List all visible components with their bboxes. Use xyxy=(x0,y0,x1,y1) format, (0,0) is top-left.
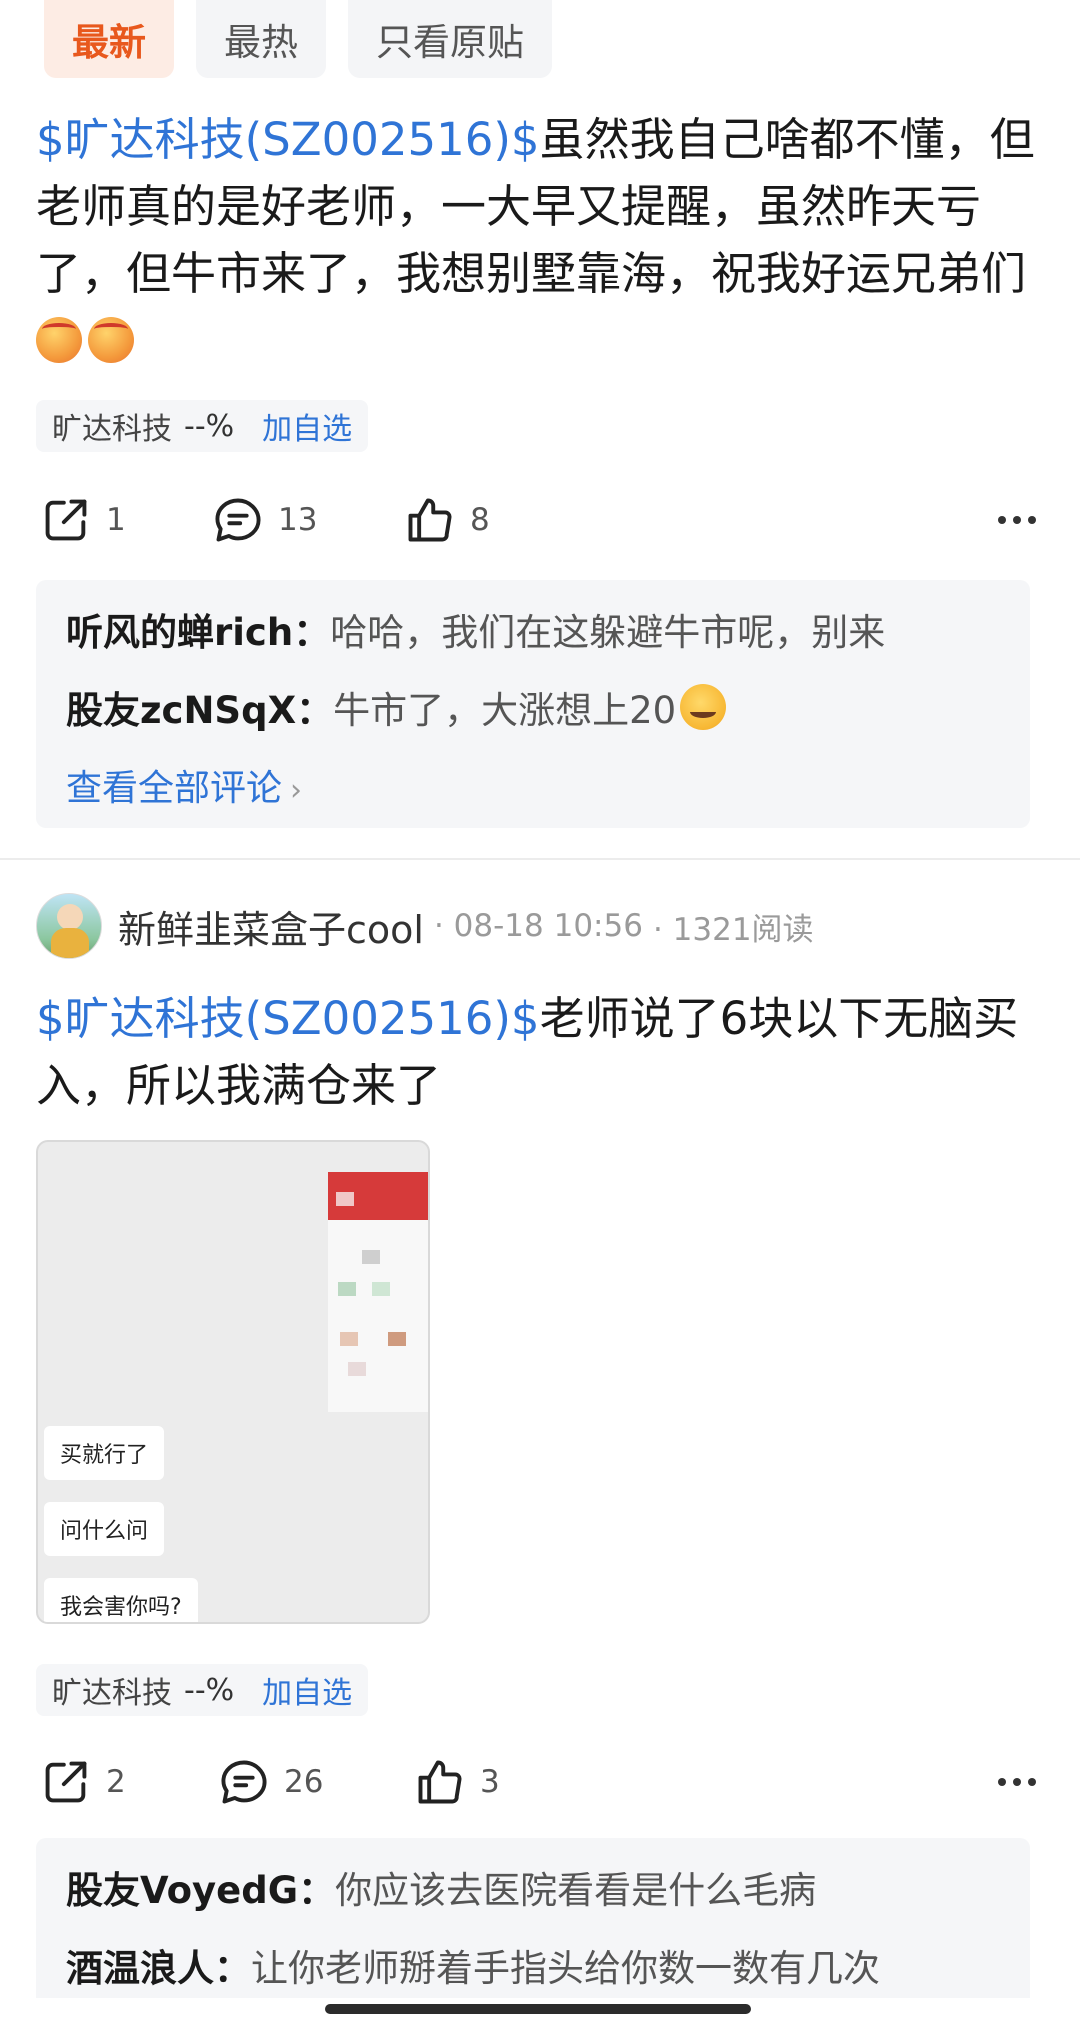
comment-button[interactable]: 26 xyxy=(218,1752,323,1812)
more-dot-icon xyxy=(1013,1778,1021,1786)
stock-name: 旷达科技 xyxy=(52,1676,172,1711)
filter-tabs: 最新 最热 只看原贴 xyxy=(44,0,552,80)
more-dot-icon xyxy=(1028,1778,1036,1786)
thumbs-up-icon xyxy=(408,498,452,542)
comment-count: 13 xyxy=(278,502,318,538)
comment-author[interactable]: 酒温浪人： xyxy=(66,1947,251,1990)
share-icon xyxy=(45,499,87,541)
chevron-right-icon: › xyxy=(290,773,303,808)
more-dot-icon xyxy=(1013,516,1021,524)
like-count: 3 xyxy=(480,1764,500,1800)
chat-bubble: 我会害你吗? xyxy=(44,1578,198,1622)
stock-chip[interactable]: 旷达科技 --% 加自选 xyxy=(36,400,369,452)
more-options-button[interactable] xyxy=(998,490,1036,550)
share-button[interactable]: 2 xyxy=(40,1752,126,1812)
post-divider xyxy=(0,858,1080,860)
comment-author[interactable]: 听风的蝉rich： xyxy=(66,611,330,654)
author-row: 新鲜韭菜盒子cool · 08-18 10:56 · 1321阅读 xyxy=(36,893,814,959)
add-watchlist-button[interactable]: 加自选 xyxy=(262,1668,352,1712)
read-count: · 1321阅读 xyxy=(652,911,814,948)
chat-bubble: 买就行了 xyxy=(44,1426,165,1480)
author-name[interactable]: 新鲜韭菜盒子cool xyxy=(118,899,424,954)
comment-item[interactable]: 股友zcNSqX：牛市了，大涨想上20 xyxy=(66,672,1000,750)
more-options-button[interactable] xyxy=(998,1752,1036,1812)
home-indicator[interactable] xyxy=(325,2004,751,2014)
comment-icon xyxy=(221,1760,267,1804)
comment-author[interactable]: 股友zcNSqX： xyxy=(66,689,333,732)
stock-name: 旷达科技 xyxy=(52,412,172,447)
comment-text: 你应该去医院看看是什么毛病 xyxy=(335,1869,817,1912)
comment-item[interactable]: 股友VoyedG：你应该去医院看看是什么毛病 xyxy=(66,1852,1000,1930)
post-1-comments: 听风的蝉rich：哈哈，我们在这躲避牛市呢，别来 股友zcNSqX：牛市了，大涨… xyxy=(36,580,1030,828)
tab-original-only[interactable]: 只看原贴 xyxy=(348,0,552,78)
tab-hottest[interactable]: 最热 xyxy=(196,0,326,78)
chat-bubble: 问什么问 xyxy=(44,1502,165,1556)
laughing-emoji-icon xyxy=(680,684,727,730)
comment-count: 26 xyxy=(284,1764,324,1800)
share-count: 1 xyxy=(106,502,126,538)
like-button[interactable]: 8 xyxy=(404,490,490,550)
post-1-actions: 1 13 8 xyxy=(36,490,1036,550)
comment-icon xyxy=(215,498,261,542)
like-button[interactable]: 3 xyxy=(414,1752,500,1812)
view-all-label: 查看全部评论 xyxy=(66,768,283,809)
post-2-comments: 股友VoyedG：你应该去医院看看是什么毛病 酒温浪人：让你老师掰着手指头给你数… xyxy=(36,1838,1030,1998)
post-date: · 08-18 10:56 xyxy=(433,908,643,944)
post-image[interactable]: 买就行了 问什么问 我会害你吗? xyxy=(36,1140,430,1624)
post-2-body[interactable]: $旷达科技(SZ002516)$老师说了6块以下无脑买入，所以我满仓来了 xyxy=(36,985,1036,1119)
blurred-screenshot xyxy=(328,1172,428,1412)
like-count: 8 xyxy=(470,502,490,538)
stock-cashtag-link[interactable]: $旷达科技(SZ002516)$ xyxy=(36,992,540,1045)
stock-cashtag-link[interactable]: $旷达科技(SZ002516)$ xyxy=(36,113,540,166)
comment-item[interactable]: 听风的蝉rich：哈哈，我们在这躲避牛市呢，别来 xyxy=(66,594,1000,672)
stock-change: --% xyxy=(184,1672,235,1708)
add-watchlist-button[interactable]: 加自选 xyxy=(262,404,352,448)
tab-latest[interactable]: 最新 xyxy=(44,0,174,78)
view-all-comments-link[interactable]: 查看全部评论 › xyxy=(66,750,1000,830)
angry-face-emoji-icon xyxy=(36,317,82,363)
more-dot-icon xyxy=(998,516,1006,524)
share-icon xyxy=(45,1761,87,1803)
comment-item[interactable]: 酒温浪人：让你老师掰着手指头给你数一数有几次 xyxy=(66,1930,1000,1998)
comment-text: 让你老师掰着手指头给你数一数有几次 xyxy=(251,1947,880,1990)
stock-change: --% xyxy=(184,408,235,444)
thumbs-up-icon xyxy=(418,1760,462,1804)
post-1-body[interactable]: $旷达科技(SZ002516)$虽然我自己啥都不懂，但老师真的是好老师，一大早又… xyxy=(36,106,1036,374)
comment-button[interactable]: 13 xyxy=(212,490,317,550)
post-2-actions: 2 26 3 xyxy=(36,1752,1036,1812)
comment-author[interactable]: 股友VoyedG： xyxy=(66,1869,335,1912)
comment-text: 牛市了，大涨想上20 xyxy=(333,689,677,732)
more-dot-icon xyxy=(998,1778,1006,1786)
share-button[interactable]: 1 xyxy=(40,490,126,550)
share-count: 2 xyxy=(106,1764,126,1800)
stock-chip[interactable]: 旷达科技 --% 加自选 xyxy=(36,1664,369,1716)
more-dot-icon xyxy=(1028,516,1036,524)
comment-text: 哈哈，我们在这躲避牛市呢，别来 xyxy=(330,611,886,654)
avatar[interactable] xyxy=(36,893,102,959)
angry-face-emoji-icon xyxy=(88,317,134,363)
